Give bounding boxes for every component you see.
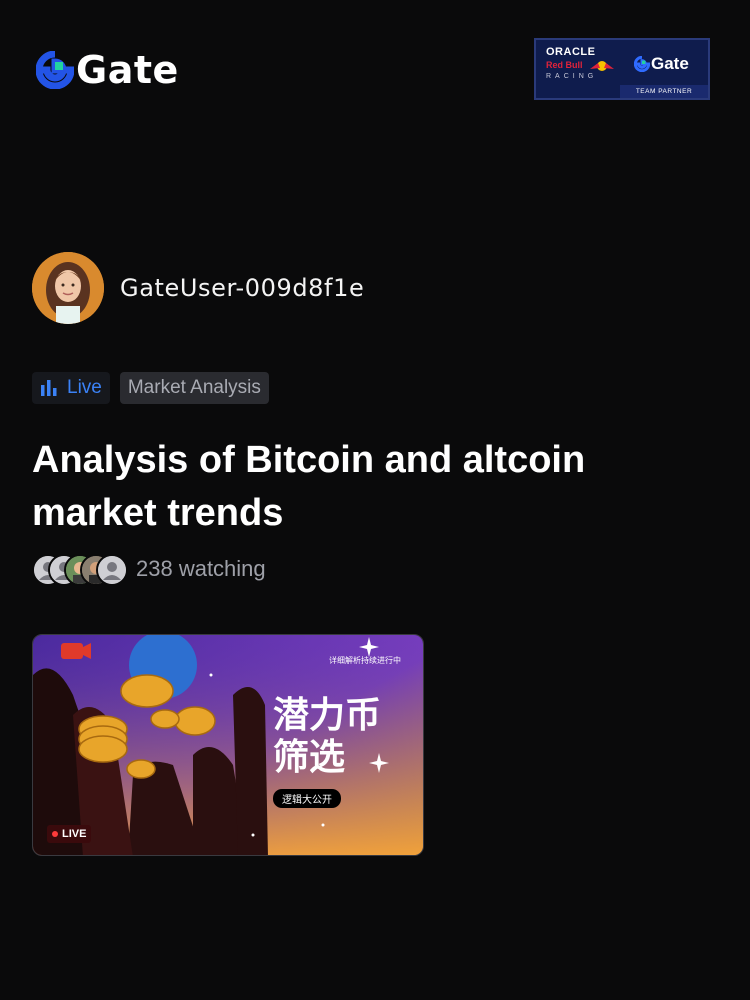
viewer-avatar — [96, 554, 128, 586]
stream-tags: Live Market Analysis — [32, 372, 269, 404]
gate-logo-icon — [36, 51, 74, 89]
redbull-text: Red Bull — [546, 60, 583, 70]
live-badge-label: LIVE — [62, 828, 87, 840]
live-tag: Live — [32, 372, 110, 404]
partner-gate-logo: Gate — [634, 54, 689, 74]
live-dot-icon — [52, 831, 58, 837]
watching-count: 238 watching — [136, 556, 266, 581]
thumbnail-headline-line1: 潜力币 — [273, 695, 382, 736]
category-tag[interactable]: Market Analysis — [119, 372, 269, 404]
user-avatar-photo-icon — [32, 252, 104, 324]
gate-logo[interactable]: Gate — [36, 48, 179, 92]
gate-logo-text: Gate — [76, 48, 179, 92]
live-bars-icon — [41, 380, 57, 396]
thumbnail-headline: 潜力币 筛选 — [273, 695, 381, 779]
team-partner-badge: ORACLE Red Bull RACING Gate TEAM PARTNER — [534, 38, 710, 100]
racing-text: RACING — [546, 73, 598, 80]
redbull-bull-icon — [590, 61, 614, 71]
stream-thumbnail[interactable]: 详细解析持续进行中 潜力币 筛选 逻辑大公开 LIVE — [32, 634, 424, 856]
avatar[interactable] — [32, 252, 104, 324]
thumbnail-pill: 逻辑大公开 — [273, 789, 341, 808]
username[interactable]: GateUser-009d8f1e — [120, 274, 364, 302]
stream-title: Analysis of Bitcoin and altcoin market t… — [32, 439, 586, 534]
viewer-avatars — [32, 552, 128, 586]
live-badge: LIVE — [47, 825, 92, 843]
team-partner-label: TEAM PARTNER — [620, 85, 708, 98]
oracle-text: ORACLE — [546, 46, 596, 58]
thumbnail-top-text: 详细解析持续进行中 — [329, 656, 401, 665]
thumbnail-headline-line2: 筛选 — [273, 737, 346, 778]
default-user-icon — [98, 556, 126, 584]
live-tag-label: Live — [67, 377, 102, 398]
viewer-count: 238 watching — [32, 552, 266, 586]
gate-logo-icon — [634, 56, 650, 72]
partner-gate-text: Gate — [651, 54, 689, 73]
host-profile[interactable]: GateUser-009d8f1e — [32, 252, 364, 324]
